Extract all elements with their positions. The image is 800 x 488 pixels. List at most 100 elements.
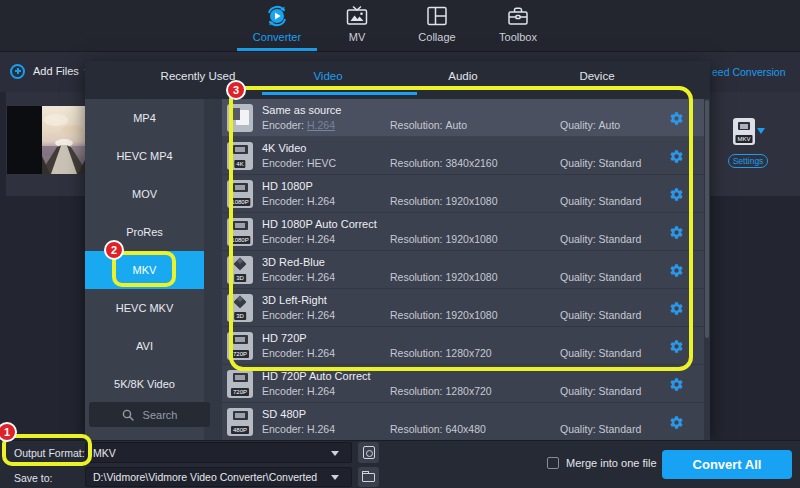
resolution-label: Resolution: [390,119,443,131]
format-icon-glyph [233,295,246,308]
format-profile-row[interactable]: Same as source Encoder:H.264 Resolution:… [222,99,710,137]
profile-title: HD 720P [262,332,307,344]
list-scrollbar[interactable] [704,99,710,440]
encoder-value: H.264 [307,271,335,283]
output-format-caret-icon[interactable] [757,128,765,134]
browse-folder-button[interactable] [358,467,379,487]
quality-label: Quality: [560,309,596,321]
folder-icon [362,473,375,482]
sidebar-format-item[interactable]: MOV [85,175,204,213]
format-icon-badge: 3D [234,312,246,320]
quality-label: Quality: [560,271,596,283]
settings-button[interactable]: Settings [728,154,768,168]
encoder-value: H.264 [307,309,335,321]
convert-all-button[interactable]: Convert All [662,450,792,479]
profile-resolution: Resolution:1920x1080 [390,309,498,321]
encoder-label: Encoder: [262,271,304,283]
output-icon-label: MKV [735,135,752,143]
tab-converter[interactable]: Converter [237,3,317,43]
sidebar-format-item[interactable]: ProRes [85,213,204,251]
sidebar-list-divider [204,99,222,440]
sidebar-format-item[interactable]: MKV [85,251,204,289]
format-thumbnail-icon [227,104,253,132]
list-scrollbar-handle[interactable] [705,100,709,338]
encoder-value: H.264 [307,195,335,207]
format-profile-row[interactable]: 480P SD 480P Encoder:H.264 Resolution:64… [222,403,710,441]
profile-settings-gear-icon[interactable] [669,301,684,316]
profile-settings-gear-icon[interactable] [669,111,684,126]
format-tab-device[interactable]: Device [579,70,614,82]
main-header: Converter MV Collage [0,0,800,51]
format-thumbnail-icon: 720P [227,332,253,360]
resolution-label: Resolution: [390,423,443,435]
encoder-value: HEVC [307,157,336,169]
profile-settings-gear-icon[interactable] [669,225,684,240]
merge-checkbox[interactable] [547,457,559,469]
profile-resolution: Resolution:1280x720 [390,385,492,397]
tab-collage-label: Collage [397,31,477,43]
save-to-select[interactable]: D:\Vidmore\Vidmore Video Converter\Conve… [85,467,352,487]
output-format-select[interactable]: MKV [85,442,352,463]
quality-label: Quality: [560,157,596,169]
profile-settings-gear-icon[interactable] [669,415,684,430]
format-search-box[interactable]: Search [89,402,210,427]
format-profile-row[interactable]: 1080P HD 1080P Encoder:H.264 Resolution:… [222,175,710,213]
quality-value: Standard [599,347,642,359]
profile-settings-gear-icon[interactable] [669,263,684,278]
format-profile-row[interactable]: 3D 3D Left-Right Encoder:H.264 Resolutio… [222,289,710,327]
quality-value: Standard [599,157,642,169]
profile-resolution: Resolution:1920x1080 [390,233,498,245]
format-profile-row[interactable]: 720P HD 720P Auto Correct Encoder:H.264 … [222,365,710,403]
quality-label: Quality: [560,423,596,435]
tab-mv[interactable]: MV [317,3,397,43]
format-tab-video[interactable]: Video [313,70,342,82]
collage-icon [424,3,450,29]
profile-title: 3D Left-Right [262,294,327,306]
resolution-label: Resolution: [390,195,443,207]
tab-collage[interactable]: Collage [397,3,477,43]
output-format-widget: MKV Settings [727,112,797,182]
profile-title: Same as source [262,104,341,116]
active-format-tab-underline [262,92,417,95]
profile-quality: Quality:Standard [560,233,641,245]
search-icon [122,409,134,421]
profile-settings-gear-icon[interactable] [669,339,684,354]
format-icon-badge: 1080P [229,236,250,244]
format-thumbnail-icon: 1080P [227,180,253,208]
sidebar-format-item[interactable]: MP4 [85,99,204,137]
sidebar-format-item[interactable]: AVI [85,327,204,365]
tab-toolbox[interactable]: Toolbox [478,3,558,43]
format-icon-glyph [233,335,248,344]
profile-encoder: Encoder:H.264 [262,309,335,321]
format-tab-audio[interactable]: Audio [448,70,477,82]
output-format-dropdown-icon [331,451,339,456]
format-thumbnail-icon: 3D [227,256,253,284]
format-icon-glyph [233,257,246,270]
profile-resolution: Resolution:1920x1080 [390,271,498,283]
format-profile-row[interactable]: 1080P HD 1080P Auto Correct Encoder:H.26… [222,213,710,251]
format-profile-row[interactable]: 720P HD 720P Encoder:H.264 Resolution:12… [222,327,710,365]
resolution-label: Resolution: [390,347,443,359]
encoder-value: H.264 [307,347,335,359]
sidebar-format-item[interactable]: HEVC MP4 [85,137,204,175]
format-tab-recently-used[interactable]: Recently Used [161,70,236,82]
resolution-value: 1920x1080 [446,195,498,207]
profile-settings-gear-icon[interactable] [669,187,684,202]
profile-settings-button[interactable] [358,442,379,463]
resolution-label: Resolution: [390,233,443,245]
add-files-button[interactable]: Add Files [10,63,92,79]
format-profile-row[interactable]: 4K 4K Video Encoder:HEVC Resolution:3840… [222,137,710,175]
profile-title: SD 480P [262,408,306,420]
sidebar-format-item[interactable]: 5K/8K Video [85,365,204,403]
profile-settings-gear-icon[interactable] [669,377,684,392]
output-format-icon[interactable]: MKV [733,118,755,145]
format-profile-row[interactable]: 3D 3D Red-Blue Encoder:H.264 Resolution:… [222,251,710,289]
encoder-label: Encoder: [262,157,304,169]
format-icon-badge: 720P [231,350,249,358]
sidebar-format-item[interactable]: HEVC MKV [85,289,204,327]
profile-encoder: Encoder:H.264 [262,385,335,397]
encoder-value: H.264 [307,119,335,131]
speed-conversion-label[interactable]: eed Conversion [712,66,786,78]
profile-settings-gear-icon[interactable] [669,149,684,164]
save-to-label: Save to: [14,472,53,484]
